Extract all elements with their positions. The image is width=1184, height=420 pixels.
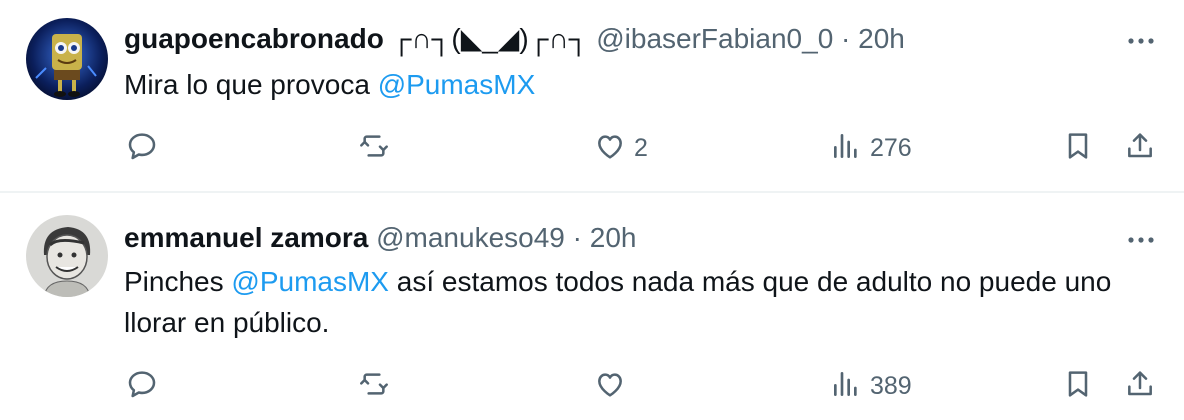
bookmark-icon [1062,130,1094,167]
reply-icon [126,130,158,167]
user-handle[interactable]: @manukeso49 [376,222,565,253]
tweet[interactable]: guapoencabronado ┌∩┐(◣_◢)┌∩┐ @ibaserFabi… [0,0,1184,192]
avatar[interactable] [26,215,108,297]
share-button[interactable] [1124,366,1156,406]
more-icon[interactable] [1124,24,1158,58]
reply-button[interactable] [126,366,166,406]
views-button[interactable]: 276 [830,128,912,168]
share-icon [1124,368,1156,405]
like-button[interactable] [594,366,634,406]
timestamp[interactable]: 20h [858,23,905,54]
bookmark-icon [1062,368,1094,405]
tweet-header: guapoencabronado ┌∩┐(◣_◢)┌∩┐ @ibaserFabi… [124,22,905,56]
views-icon [830,130,862,167]
views-icon [830,368,862,405]
more-icon[interactable] [1124,223,1158,257]
avatar[interactable] [26,18,108,100]
heart-icon [594,368,626,405]
view-count: 389 [870,371,912,400]
timestamp[interactable]: 20h [590,222,637,253]
reply-icon [126,368,158,405]
tweet[interactable]: emmanuel zamora @manukeso49 · 20h Pinche… [0,193,1184,420]
share-icon [1124,130,1156,167]
tweet-header: emmanuel zamora @manukeso49 · 20h [124,221,636,255]
tweet-actions: 389 [0,366,1184,406]
separator: · [572,222,582,253]
views-button[interactable]: 389 [830,366,912,406]
heart-icon [594,130,626,167]
retweet-icon [358,130,390,167]
display-name[interactable]: guapoencabronado [124,23,384,54]
retweet-icon [358,368,390,405]
tweet-text-part: Mira lo que provoca [124,69,378,100]
display-name[interactable]: emmanuel zamora [124,222,368,253]
user-handle[interactable]: @ibaserFabian0_0 [596,23,833,54]
view-count: 276 [870,133,912,162]
tweet-text: Mira lo que provoca @PumasMX [124,64,1154,105]
name-decoration: ┌∩┐(◣_◢)┌∩┐ [391,23,589,54]
bookmark-button[interactable] [1062,128,1094,168]
tweet-actions: 2 276 [0,128,1184,168]
retweet-button[interactable] [358,128,398,168]
reply-button[interactable] [126,128,166,168]
bookmark-button[interactable] [1062,366,1094,406]
separator: · [841,23,851,54]
tweet-text-part: Pinches [124,266,232,297]
mention-link[interactable]: @PumasMX [231,266,389,297]
mention-link[interactable]: @PumasMX [378,69,536,100]
share-button[interactable] [1124,128,1156,168]
like-button[interactable]: 2 [594,128,648,168]
retweet-button[interactable] [358,366,398,406]
like-count: 2 [634,133,648,162]
tweet-text: Pinches @PumasMX así estamos todos nada … [124,261,1154,343]
